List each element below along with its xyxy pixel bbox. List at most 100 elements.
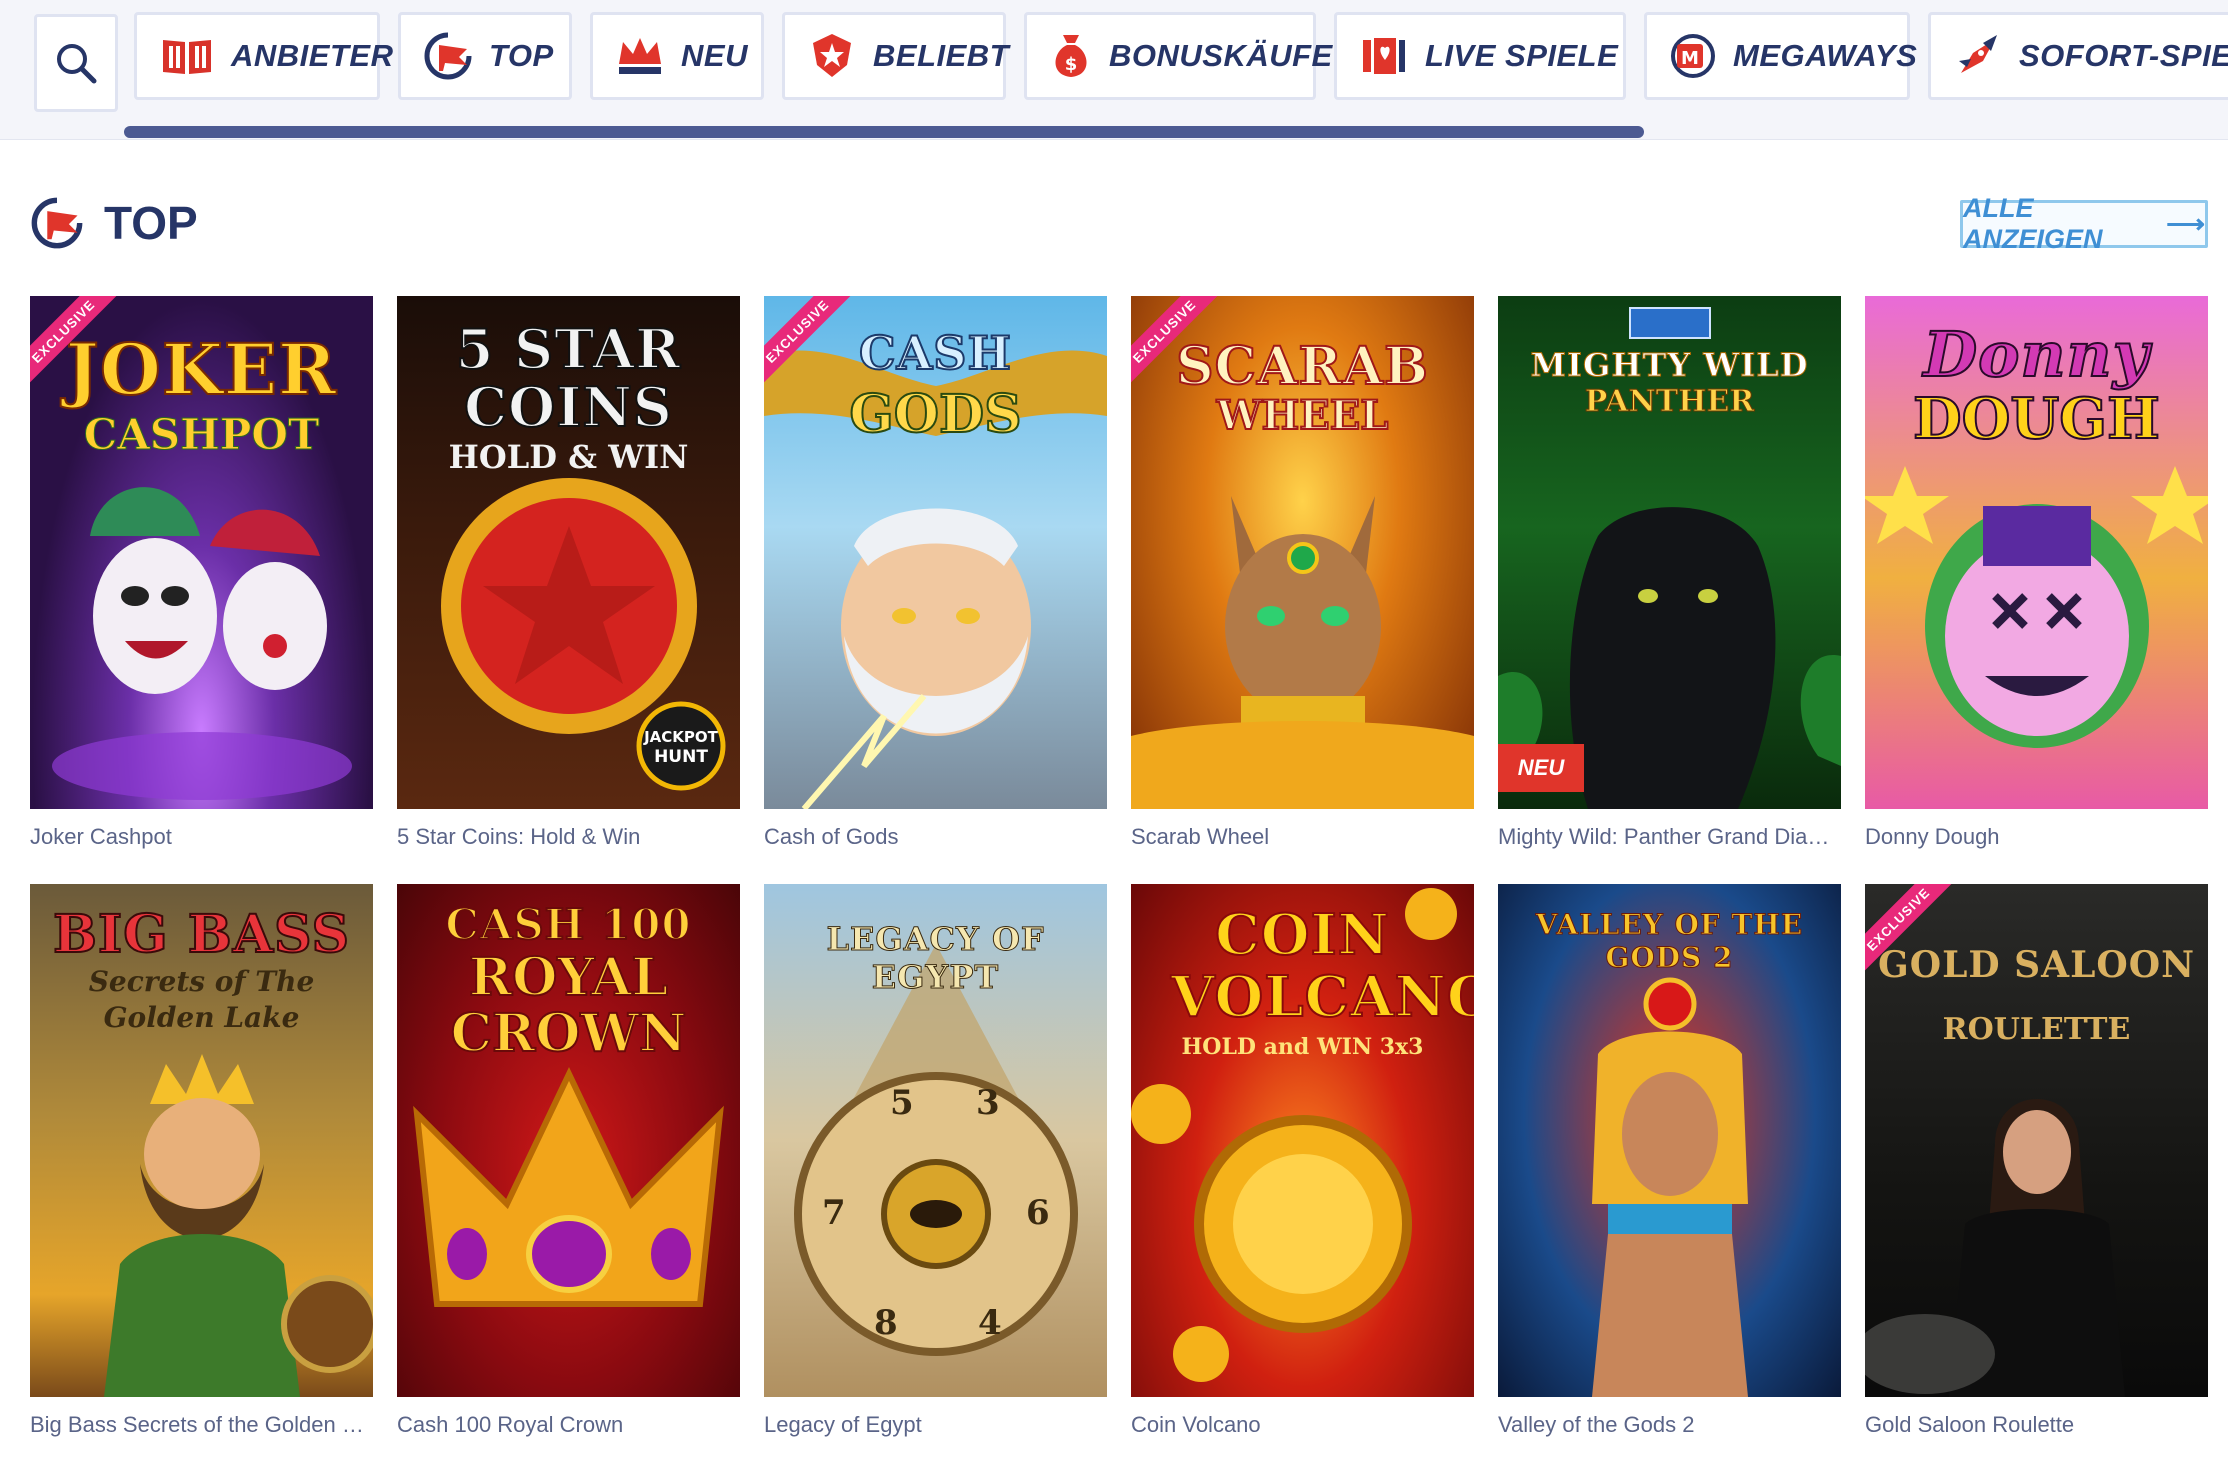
- game-card[interactable]: SCARAB WHEEL EXCLUSIVE Scarab Wheel: [1131, 296, 1474, 884]
- category-nav-scroll: ANBIETER TOP NEU BELIEBT $ BONUSKÄUFE LI…: [134, 12, 2228, 100]
- arrow-right-icon: ⟶: [2166, 208, 2205, 239]
- game-thumbnail[interactable]: Donny DOUGH: [1865, 296, 2208, 809]
- nav-beliebt[interactable]: BELIEBT: [782, 12, 1010, 100]
- svg-text:$: $: [1065, 54, 1078, 75]
- game-art-title: COIN VOLCANO: [1170, 902, 1474, 1030]
- game-art-title: JOKER: [65, 327, 338, 412]
- game-art-subtitle: HOLD & WIN: [448, 438, 689, 476]
- nav-label-neu: NEU: [681, 38, 748, 73]
- game-art-title: VALLEY OF THE GODS 2: [1535, 908, 1804, 975]
- nav-label-megaways: MEGAWAYS: [1733, 38, 1918, 73]
- game-card[interactable]: VALLEY OF THE GODS 2 Valley of the Gods …: [1498, 884, 1841, 1462]
- game-card[interactable]: 5 3 7 6 8 4 LEGACY OF EGYPT Legacy of Eg…: [764, 884, 1107, 1462]
- flag-circle-icon: [423, 32, 473, 80]
- game-name[interactable]: Gold Saloon Roulette: [1865, 1412, 2208, 1438]
- category-nav-bar: ANBIETER TOP NEU BELIEBT $ BONUSKÄUFE LI…: [0, 0, 2228, 140]
- game-thumbnail[interactable]: JACKPOT HUNT 5 STAR COINS HOLD & WIN: [397, 296, 740, 809]
- game-name[interactable]: Cash of Gods: [764, 824, 1107, 850]
- game-art-subtitle: HOLD and WIN 3x3: [1181, 1034, 1424, 1060]
- game-card[interactable]: CASH 100 ROYAL CROWN Cash 100 Royal Crow…: [397, 884, 740, 1462]
- nav-megaways[interactable]: M MEGAWAYS: [1644, 12, 1917, 100]
- svg-text:M: M: [1681, 48, 1699, 69]
- nav-anbieter[interactable]: ANBIETER: [134, 12, 393, 100]
- game-card[interactable]: COIN VOLCANO HOLD and WIN 3x3 Coin Volca…: [1131, 884, 1474, 1462]
- game-art-subtitle: ROYAL CROWN: [450, 947, 688, 1064]
- nav-top[interactable]: TOP: [398, 12, 572, 100]
- show-all-label: ALLE ANZEIGEN: [1963, 193, 2103, 254]
- game-thumbnail[interactable]: SCARAB WHEEL EXCLUSIVE: [1131, 296, 1474, 809]
- game-art-title: BIG BASS: [52, 903, 351, 966]
- crown-icon: [615, 32, 665, 80]
- svg-text:3: 3: [976, 1083, 1000, 1123]
- svg-text:JACKPOT: JACKPOT: [643, 728, 719, 746]
- game-thumbnail[interactable]: JOKER CASHPOT EXCLUSIVE: [30, 296, 373, 809]
- game-name[interactable]: Donny Dough: [1865, 824, 2208, 850]
- game-card[interactable]: CASH GODS EXCLUSIVE Cash of Gods: [764, 296, 1107, 884]
- show-all-button[interactable]: ALLE ANZEIGEN ⟶: [1960, 193, 2208, 254]
- game-art-title: CASH: [858, 325, 1012, 381]
- game-art-subtitle: CASHPOT: [83, 410, 320, 460]
- new-badge: NEU: [1498, 744, 1584, 792]
- nav-sofort-spiele[interactable]: SOFORT-SPIELE: [1928, 12, 2228, 100]
- game-name[interactable]: Valley of the Gods 2: [1498, 1412, 1841, 1438]
- game-card[interactable]: Donny DOUGH Donny Dough: [1865, 296, 2208, 884]
- nav-neu[interactable]: NEU: [590, 12, 764, 100]
- nav-label-bonuskaeufe: BONUSKÄUFE: [1109, 38, 1333, 73]
- svg-text:7: 7: [822, 1193, 846, 1233]
- game-art-subtitle: WHEEL: [1216, 391, 1390, 440]
- game-thumbnail[interactable]: CASH 100 ROYAL CROWN: [397, 884, 740, 1397]
- game-thumbnail[interactable]: COIN VOLCANO HOLD and WIN 3x3: [1131, 884, 1474, 1397]
- game-card[interactable]: JACKPOT HUNT 5 STAR COINS HOLD & WIN 5 S…: [397, 296, 740, 884]
- game-name[interactable]: 5 Star Coins: Hold & Win: [397, 824, 740, 850]
- game-card[interactable]: GOLD SALOON ROULETTE EXCLUSIVE Gold Salo…: [1865, 884, 2208, 1462]
- game-art-title: SCARAB: [1175, 335, 1429, 398]
- game-name[interactable]: Legacy of Egypt: [764, 1412, 1107, 1438]
- game-name[interactable]: Cash 100 Royal Crown: [397, 1412, 740, 1438]
- search-button[interactable]: [34, 14, 118, 112]
- game-name[interactable]: Scarab Wheel: [1131, 824, 1474, 850]
- game-card[interactable]: BIG BASS Secrets of The Golden Lake Big …: [30, 884, 373, 1462]
- game-art-subtitle: Secrets of The Golden Lake: [88, 965, 315, 1034]
- star-badge-icon: [807, 32, 857, 80]
- book-icon: [159, 32, 215, 80]
- game-name[interactable]: Mighty Wild: Panther Grand Diamond Editi…: [1498, 824, 1841, 850]
- search-icon: [57, 44, 97, 84]
- nav-label-beliebt: BELIEBT: [873, 38, 1010, 73]
- game-thumbnail[interactable]: 5 3 7 6 8 4 LEGACY OF EGYPT: [764, 884, 1107, 1397]
- game-card[interactable]: JOKER CASHPOT EXCLUSIVE Joker Cashpot: [30, 296, 373, 884]
- svg-text:6: 6: [1026, 1193, 1050, 1233]
- game-card[interactable]: MIGHTY WILD PANTHER NEU Mighty Wild: Pan…: [1498, 296, 1841, 884]
- megaways-icon: M: [1669, 32, 1717, 80]
- rocket-icon: [1953, 32, 2003, 80]
- section-header: TOP: [30, 196, 198, 250]
- game-art-subtitle: ROULETTE: [1942, 1012, 2131, 1047]
- game-art-title: LEGACY OF EGYPT: [826, 920, 1045, 997]
- game-name[interactable]: Joker Cashpot: [30, 824, 373, 850]
- game-name[interactable]: Coin Volcano: [1131, 1412, 1474, 1438]
- game-thumbnail[interactable]: VALLEY OF THE GODS 2: [1498, 884, 1841, 1397]
- nav-label-anbieter: ANBIETER: [231, 38, 394, 73]
- svg-text:8: 8: [874, 1303, 898, 1343]
- nav-live-spiele[interactable]: LIVE SPIELE: [1334, 12, 1626, 100]
- money-bag-icon: $: [1049, 32, 1093, 80]
- nav-scrollbar[interactable]: [124, 126, 1644, 138]
- game-art-title: CASH 100: [444, 899, 692, 950]
- svg-text:HUNT: HUNT: [654, 747, 708, 767]
- game-art-title: 5 STAR COINS: [455, 317, 682, 439]
- nav-label-live-spiele: LIVE SPIELE: [1425, 38, 1619, 73]
- game-art-subtitle: PANTHER: [1584, 384, 1755, 420]
- game-name[interactable]: Big Bass Secrets of the Golden Lake: [30, 1412, 373, 1438]
- game-thumbnail[interactable]: CASH GODS EXCLUSIVE: [764, 296, 1107, 809]
- game-grid: JOKER CASHPOT EXCLUSIVE Joker Cashpot JA…: [30, 296, 2210, 1462]
- nav-bonuskaeufe[interactable]: $ BONUSKÄUFE: [1024, 12, 1332, 100]
- game-art-subtitle: GODS: [848, 383, 1022, 446]
- svg-text:5: 5: [890, 1083, 914, 1123]
- game-thumbnail[interactable]: GOLD SALOON ROULETTE EXCLUSIVE: [1865, 884, 2208, 1397]
- section-title: TOP: [104, 197, 198, 249]
- game-art-title: MIGHTY WILD: [1530, 346, 1809, 385]
- nav-label-sofort-spiele: SOFORT-SPIELE: [2019, 38, 2228, 73]
- game-thumbnail[interactable]: MIGHTY WILD PANTHER NEU: [1498, 296, 1841, 809]
- game-art-title: GOLD SALOON: [1877, 944, 2196, 986]
- game-thumbnail[interactable]: BIG BASS Secrets of The Golden Lake: [30, 884, 373, 1397]
- game-art-title: Donny: [1922, 317, 2150, 392]
